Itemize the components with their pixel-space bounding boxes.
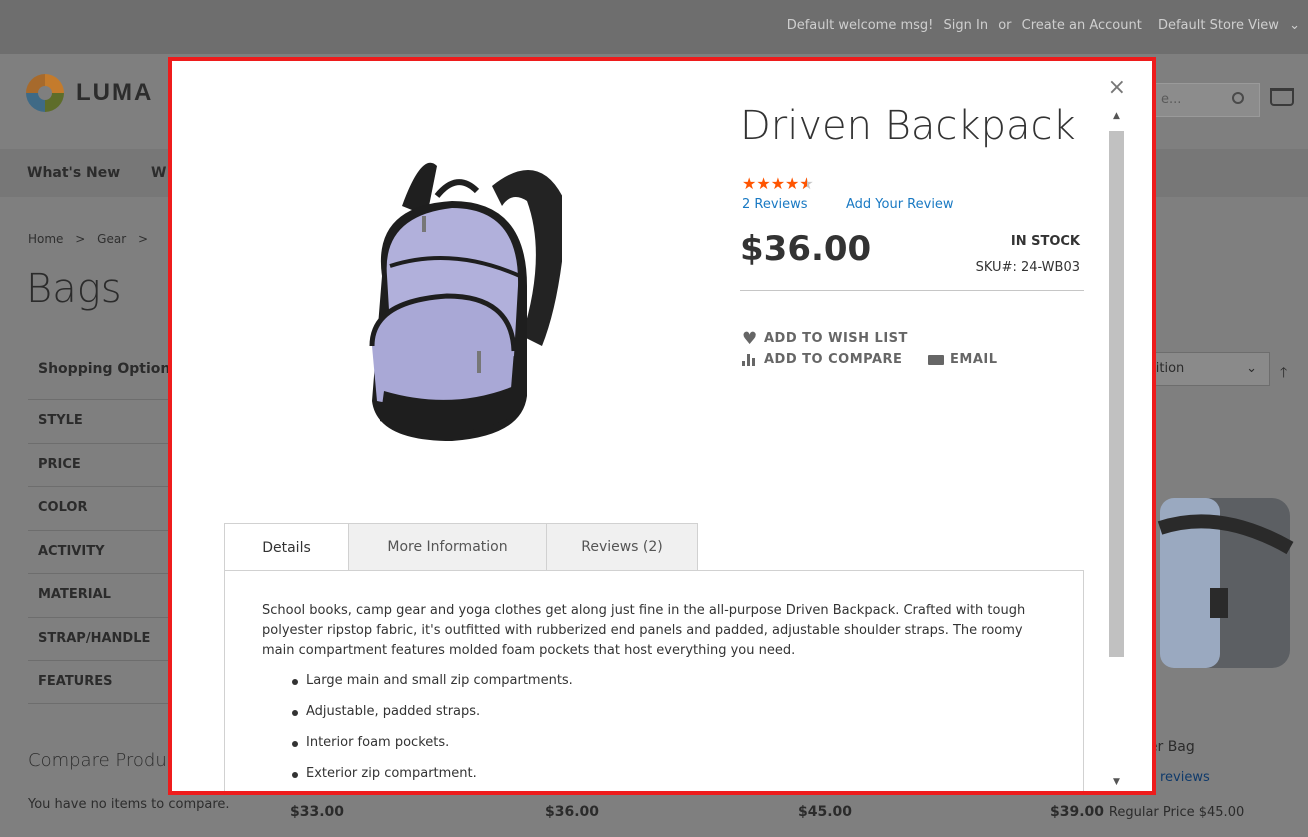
welcome-message: Default welcome msg! (786, 18, 934, 33)
breadcrumb: Home > Gear > (28, 232, 156, 246)
store-view-switcher[interactable]: Default Store View ⌄ (1152, 18, 1300, 33)
reviews-link[interactable]: 2 Reviews (742, 197, 808, 212)
feature-list: Large main and small zip compartments. A… (262, 673, 1047, 791)
email-label: EMAIL (950, 352, 998, 367)
nav-item-whats-new[interactable]: What's New (27, 165, 120, 181)
product-description: School books, camp gear and yoga clothes… (262, 603, 1026, 658)
create-account-link[interactable]: Create an Account (1022, 18, 1142, 33)
breadcrumb-gear[interactable]: Gear (97, 232, 126, 246)
product-price: $36.00 (545, 804, 600, 820)
close-button[interactable]: × (1108, 77, 1126, 99)
mail-icon (928, 354, 944, 365)
tab-reviews[interactable]: Reviews (2) (546, 523, 698, 571)
compare-icon (742, 353, 758, 366)
product-title: Driven Backpack (740, 103, 1076, 149)
compare-products-title: Compare Produ (28, 750, 167, 771)
logo-icon (26, 74, 64, 112)
product-tabs: Details More Information Reviews (2) (224, 523, 698, 572)
email-button[interactable]: EMAIL (928, 352, 998, 367)
filter-strap-handle[interactable]: STRAP/HANDLE (28, 616, 168, 661)
product-price: $36.00 (740, 229, 872, 269)
filter-material[interactable]: MATERIAL (28, 573, 168, 617)
logo-text: LUMA (76, 79, 154, 106)
product-reviews-link[interactable]: reviews (1160, 770, 1210, 785)
regular-price: Regular Price $45.00 (1108, 805, 1245, 820)
add-review-link[interactable]: Add Your Review (846, 197, 954, 212)
cart-icon[interactable] (1270, 88, 1294, 106)
filter-activity[interactable]: ACTIVITY (28, 529, 168, 574)
store-view-label: Default Store View (1157, 18, 1279, 33)
top-links: Default welcome msg! Sign In or Create a… (781, 18, 1300, 33)
filter-price[interactable]: PRICE (28, 442, 168, 487)
search-icon[interactable] (1232, 92, 1244, 104)
or-text: or (998, 18, 1012, 33)
filter-features[interactable]: FEATURES (28, 660, 168, 704)
list-item: Large main and small zip compartments. (292, 673, 1047, 704)
messenger-bag-image[interactable] (1150, 468, 1300, 708)
top-bar: Default welcome msg! Sign In or Create a… (0, 0, 1308, 54)
nav-item-women[interactable]: W (151, 165, 166, 181)
list-item: Exterior zip compartment. (292, 766, 1047, 791)
product-sku: SKU#: 24-WB03 (975, 260, 1080, 275)
half-star-icon: ★★ (799, 174, 814, 193)
quick-view-modal: × ▲ ▼ Driven Backpack ★★★★★★ 2 Reviews A… (168, 57, 1156, 795)
tab-details[interactable]: Details (224, 523, 348, 572)
scroll-up-icon[interactable]: ▲ (1109, 111, 1124, 125)
tab-more-information[interactable]: More Information (348, 523, 546, 571)
star-icon: ★ (770, 174, 786, 193)
product-price: $45.00 (798, 804, 853, 820)
chevron-down-icon: ⌄ (1289, 18, 1300, 33)
compare-empty-message: You have no items to compare. (28, 797, 230, 812)
rating-stars: ★★★★★★ (742, 174, 814, 193)
chevron-down-icon: ⌄ (1246, 361, 1257, 376)
add-to-wishlist-label: ADD TO WISH LIST (764, 331, 908, 346)
breadcrumb-separator: > (137, 232, 149, 246)
sign-in-link[interactable]: Sign In (944, 18, 989, 33)
special-price: $39.00 (1050, 804, 1105, 820)
divider (740, 290, 1084, 291)
star-icon: ★ (742, 174, 757, 193)
add-to-compare-label: ADD TO COMPARE (764, 352, 903, 367)
stock-status: IN STOCK (1010, 234, 1080, 249)
breadcrumb-separator: > (75, 232, 86, 246)
scrollbar[interactable]: ▲ ▼ (1109, 111, 1124, 791)
star-icon: ★ (785, 174, 800, 193)
star-icon: ★ (756, 174, 771, 193)
filter-color[interactable]: COLOR (28, 486, 168, 530)
filter-list: STYLE PRICE COLOR ACTIVITY MATERIAL STRA… (28, 399, 168, 704)
sort-direction-icon[interactable]: 🡑 (1280, 362, 1287, 386)
list-item: Adjustable, padded straps. (292, 704, 1047, 735)
add-to-compare-button[interactable]: ADD TO COMPARE (742, 352, 902, 367)
scroll-down-icon[interactable]: ▼ (1109, 777, 1124, 791)
product-image[interactable] (342, 146, 562, 446)
filter-style[interactable]: STYLE (28, 399, 168, 443)
product-price: $33.00 (290, 804, 345, 820)
page-title: Bags (26, 266, 122, 312)
details-panel: School books, camp gear and yoga clothes… (224, 570, 1084, 791)
add-to-wishlist-button[interactable]: ADD TO WISH LIST (742, 329, 908, 349)
logo[interactable]: LUMA (26, 74, 153, 112)
list-item: Interior foam pockets. (292, 735, 1047, 766)
sort-by-select[interactable]: sition ⌄ (1140, 352, 1270, 386)
scrollbar-thumb[interactable] (1109, 131, 1124, 657)
breadcrumb-home[interactable]: Home (28, 232, 63, 246)
product-price-special: $39.00 Regular Price $45.00 (1050, 804, 1244, 820)
heart-icon (742, 329, 758, 349)
shopping-options-title: Shopping Options (38, 361, 179, 377)
